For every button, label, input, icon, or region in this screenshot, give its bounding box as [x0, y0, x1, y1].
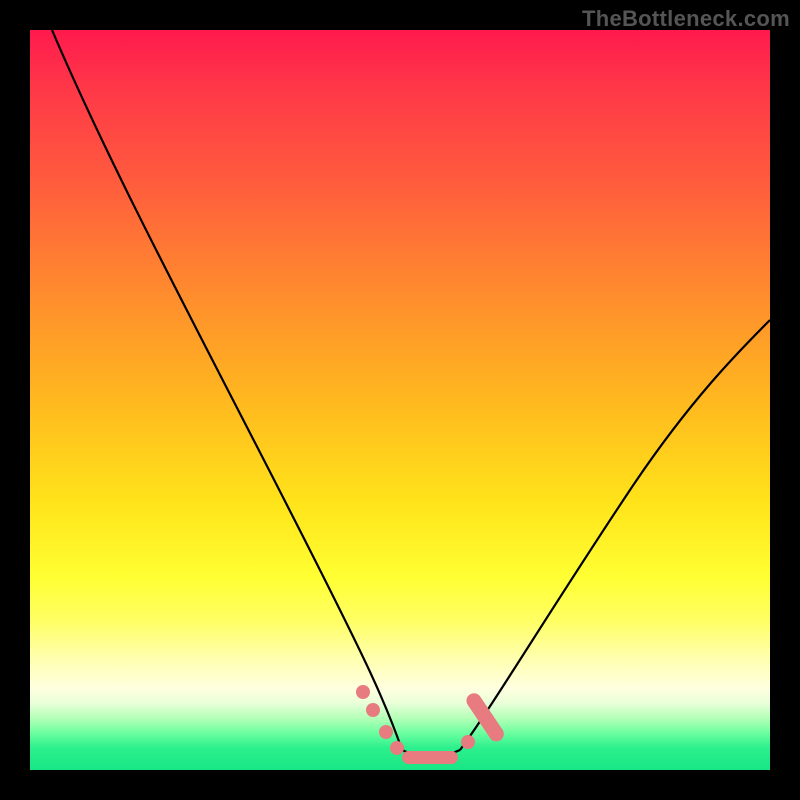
marker-dot [356, 685, 370, 699]
marker-dot [390, 741, 404, 755]
marker-pill [402, 751, 458, 764]
curve-layer [30, 30, 770, 770]
curve-right [460, 320, 770, 750]
attribution-text: TheBottleneck.com [582, 6, 790, 32]
chart-frame: TheBottleneck.com [0, 0, 800, 800]
marker-dot [461, 735, 475, 749]
marker-dot [379, 725, 393, 739]
marker-dot [366, 703, 380, 717]
curve-left [52, 30, 402, 750]
plot-area [30, 30, 770, 770]
